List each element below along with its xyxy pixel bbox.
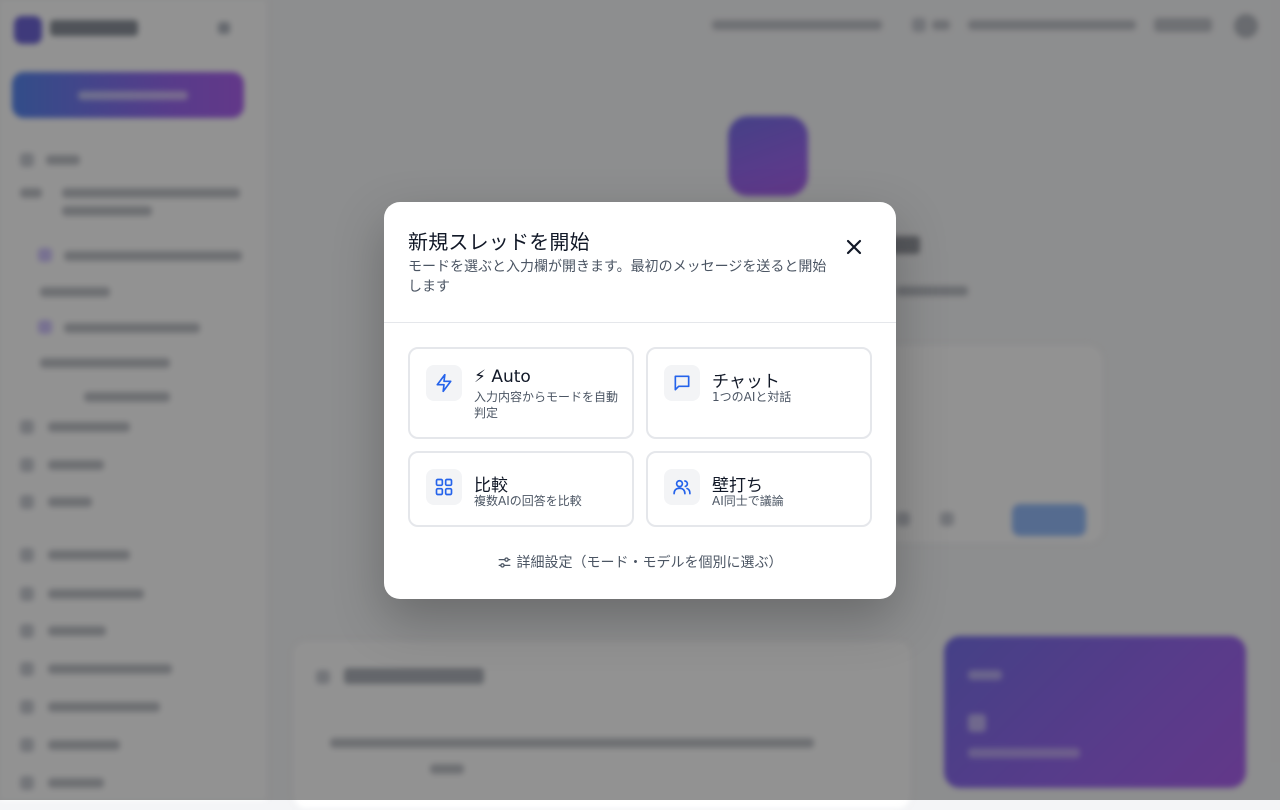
advanced-settings-link[interactable]: 詳細設定（モード・モデルを個別に選ぶ）	[384, 550, 896, 574]
mode-subtitle: 1つのAIと対話	[712, 389, 858, 405]
mode-card-chat[interactable]: チャット 1つのAIと対話	[646, 347, 872, 439]
chat-bubble-icon	[664, 365, 700, 401]
mode-card-brainstorm[interactable]: 壁打ち AI同士で議論	[646, 451, 872, 527]
close-icon	[846, 239, 862, 255]
mode-card-auto[interactable]: ⚡ Auto 入力内容からモードを自動判定	[408, 347, 634, 439]
grid-icon	[426, 469, 462, 505]
advanced-settings-label: 詳細設定（モード・モデルを個別に選ぶ）	[517, 552, 783, 572]
mode-card-compare[interactable]: 比較 複数AIの回答を比較	[408, 451, 634, 527]
sliders-icon	[498, 556, 511, 569]
modal-description: モードを選ぶと入力欄が開きます。最初のメッセージを送ると開始します	[408, 257, 836, 297]
modal-header: 新規スレッドを開始 モードを選ぶと入力欄が開きます。最初のメッセージを送ると開始…	[384, 202, 896, 323]
modal-title: 新規スレッドを開始	[408, 226, 590, 255]
lightning-icon	[426, 365, 462, 401]
close-button[interactable]	[839, 232, 869, 262]
mode-subtitle: 複数AIの回答を比較	[474, 493, 620, 509]
mode-title: ⚡ Auto	[474, 367, 531, 387]
users-icon	[664, 469, 700, 505]
mode-subtitle: 入力内容からモードを自動判定	[474, 389, 620, 421]
new-thread-modal: 新規スレッドを開始 モードを選ぶと入力欄が開きます。最初のメッセージを送ると開始…	[384, 202, 896, 599]
mode-subtitle: AI同士で議論	[712, 493, 858, 509]
